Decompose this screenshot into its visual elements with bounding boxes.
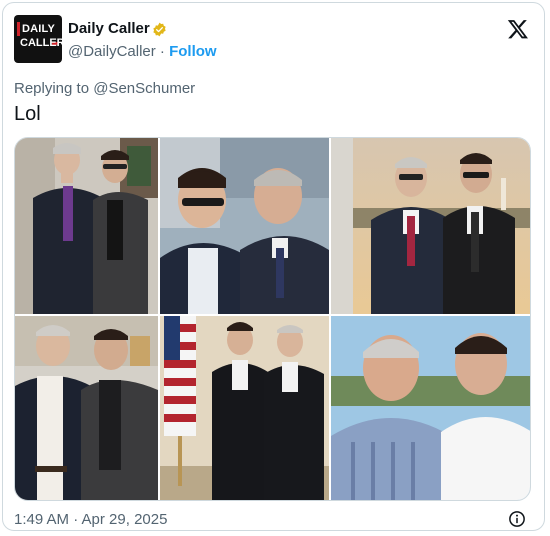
photo-1[interactable] (15, 138, 158, 314)
photo-4-image (15, 316, 158, 500)
photo-1-image (15, 138, 158, 314)
avatar[interactable]: DAILY CALLER (14, 15, 62, 63)
photo-6[interactable] (331, 316, 530, 500)
replying-prefix: Replying to (14, 80, 94, 97)
photo-5[interactable] (160, 316, 329, 500)
replying-to-handle[interactable]: @SenSchumer (93, 80, 195, 97)
handle-row: @DailyCaller · Follow (68, 43, 217, 60)
follow-button[interactable]: Follow (169, 43, 217, 60)
avatar-text-line1: DAILY (22, 23, 55, 35)
verified-badge-icon[interactable] (152, 22, 167, 37)
photo-2[interactable] (160, 138, 329, 314)
tweet-text: Lol (14, 103, 41, 125)
timestamp[interactable]: 1:49 AM · Apr 29, 2025 (14, 511, 167, 528)
replying-to: Replying to @SenSchumer (14, 80, 195, 97)
photo-5-image (160, 316, 329, 500)
account-handle[interactable]: @DailyCaller (68, 43, 156, 60)
avatar-text-line2: CALLER (20, 37, 62, 49)
photo-3-image (331, 138, 530, 314)
account-name[interactable]: Daily Caller (68, 20, 150, 37)
separator: · (159, 43, 165, 60)
photo-4[interactable] (15, 316, 158, 500)
photo-3[interactable] (331, 138, 530, 314)
x-logo-icon[interactable] (507, 18, 529, 40)
info-icon[interactable] (508, 510, 526, 528)
media-grid (14, 137, 531, 501)
photo-6-image (331, 316, 530, 500)
photo-2-image (160, 138, 329, 314)
avatar-accent-bar (17, 22, 20, 36)
